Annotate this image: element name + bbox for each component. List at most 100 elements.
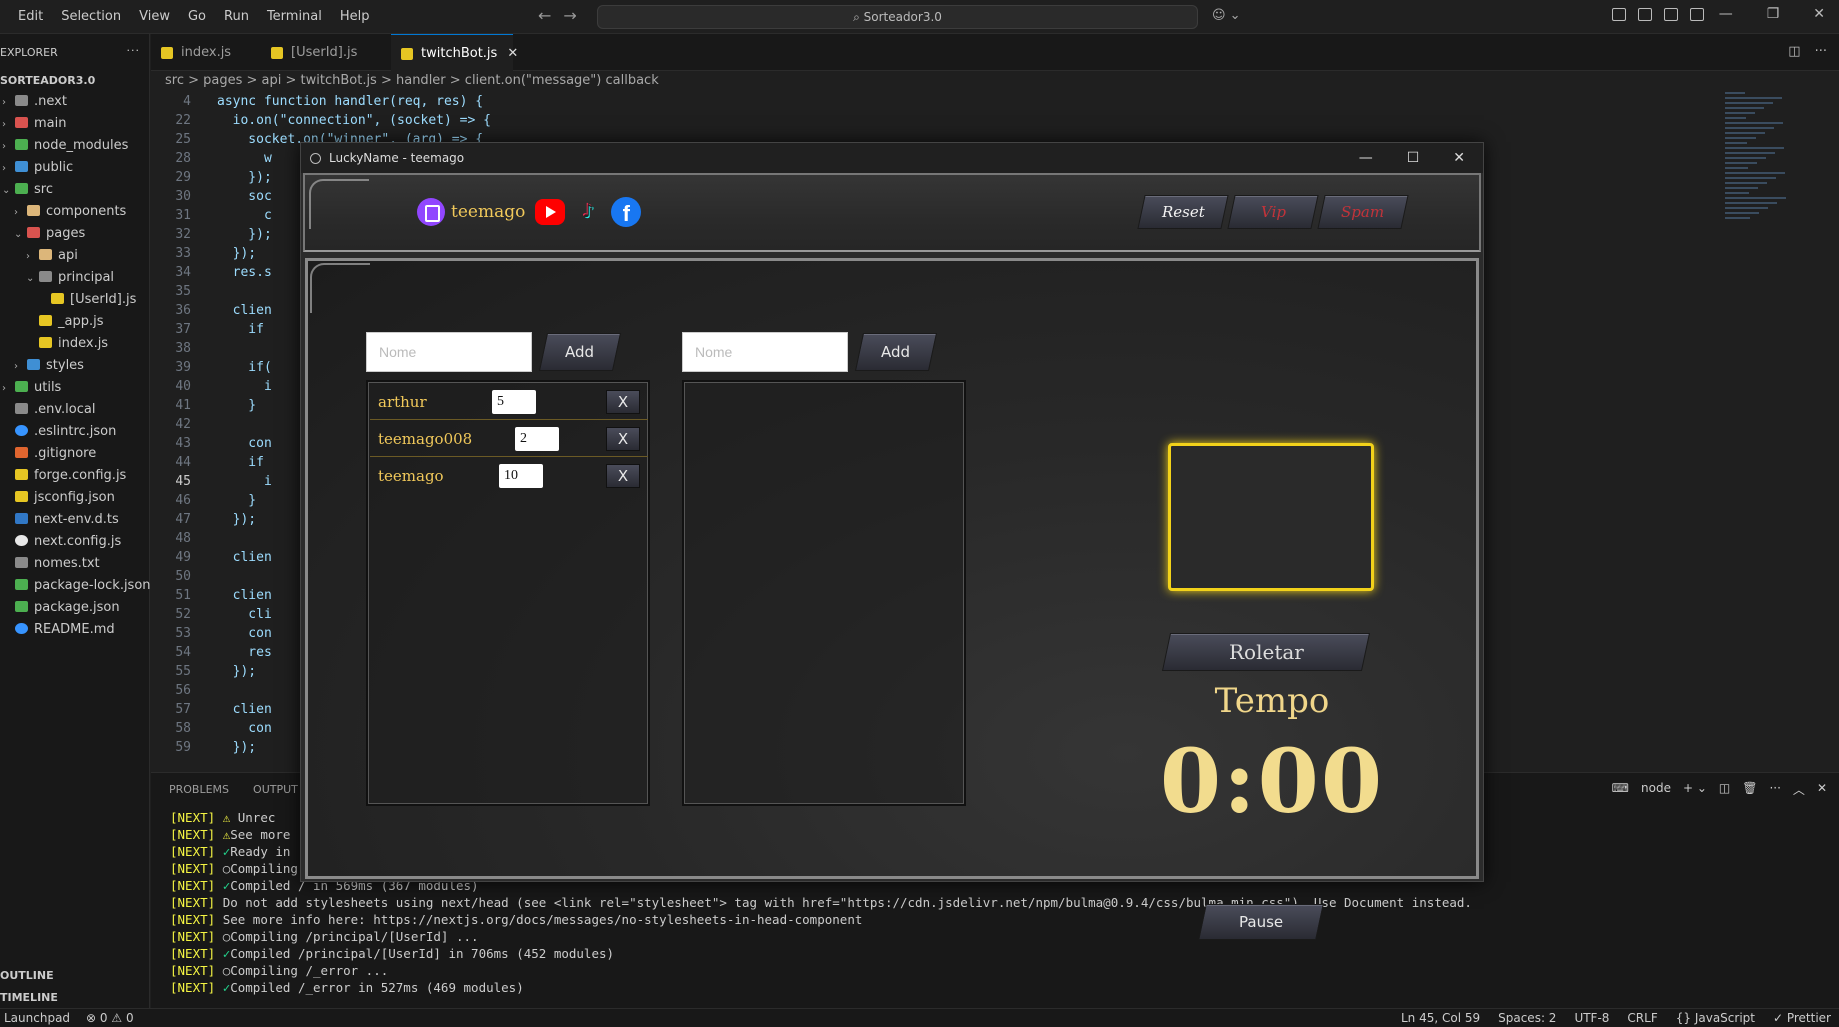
new-terminal-icon[interactable]: + ⌄ xyxy=(1683,781,1707,798)
status-problems[interactable]: ⊗ 0 ⚠ 0 xyxy=(86,1011,134,1025)
toggle-secondary-sidebar-icon[interactable] xyxy=(1690,8,1704,21)
timeline-section[interactable]: TIMELINE xyxy=(0,991,58,1004)
tree-item[interactable]: next.config.js xyxy=(0,531,150,553)
tree-item[interactable]: .env.local xyxy=(0,399,150,421)
tab-userid-js[interactable]: [UserId].js xyxy=(261,34,379,71)
tree-item[interactable]: next-env.d.ts xyxy=(0,509,150,531)
reset-button[interactable]: Reset xyxy=(1137,195,1229,229)
toggle-sidebar-icon[interactable] xyxy=(1638,8,1652,21)
tree-item[interactable]: [UserId].js xyxy=(0,289,150,311)
remove-button[interactable]: X xyxy=(606,464,640,488)
outline-section[interactable]: OUTLINE xyxy=(0,969,54,982)
maximize-icon[interactable]: ☐ xyxy=(1407,143,1420,173)
youtube-icon[interactable] xyxy=(535,199,566,225)
more-actions-icon[interactable]: ··· xyxy=(1769,781,1780,798)
tree-item[interactable]: package-lock.json xyxy=(0,575,151,597)
minimize-icon[interactable]: — xyxy=(1359,143,1373,173)
restore-icon[interactable]: ❐ xyxy=(1767,6,1780,22)
tree-item[interactable]: › api xyxy=(0,245,150,267)
left-add-button[interactable]: Add xyxy=(538,333,622,371)
tree-item[interactable]: › node_modules xyxy=(0,135,150,157)
tree-item[interactable]: › public xyxy=(0,157,150,179)
status-encoding[interactable]: UTF-8 xyxy=(1574,1011,1609,1025)
tree-item[interactable]: ⌄ src xyxy=(0,179,150,201)
status-position[interactable]: Ln 45, Col 59 xyxy=(1401,1011,1480,1025)
tree-item[interactable]: › styles xyxy=(0,355,150,377)
status-eol[interactable]: CRLF xyxy=(1627,1011,1657,1025)
tree-item[interactable]: › .next xyxy=(0,91,150,113)
forward-arrow-icon[interactable]: → xyxy=(563,6,576,25)
tab-index-js[interactable]: index.js xyxy=(151,34,261,71)
split-editor-icon[interactable]: ◫ xyxy=(1788,44,1800,59)
tree-item[interactable]: index.js xyxy=(0,333,150,355)
roll-button[interactable]: Roletar xyxy=(1161,633,1371,671)
more-actions-icon[interactable]: ··· xyxy=(127,44,141,57)
right-add-button[interactable]: Add xyxy=(854,333,938,371)
entry-count-input[interactable]: 10 xyxy=(499,464,543,488)
vip-button[interactable]: Vip xyxy=(1227,195,1319,229)
entry-count-input[interactable]: 2 xyxy=(515,427,559,451)
tree-item[interactable]: .gitignore xyxy=(0,443,150,465)
menu-selection[interactable]: Selection xyxy=(52,9,130,24)
maximize-panel-icon[interactable]: ︿ xyxy=(1793,781,1805,798)
more-actions-icon[interactable]: ··· xyxy=(1815,44,1827,59)
close-icon[interactable]: ✕ xyxy=(1453,143,1465,173)
menu-go[interactable]: Go xyxy=(179,9,215,24)
tab-problems[interactable]: PROBLEMS xyxy=(169,783,229,796)
minimize-icon[interactable]: — xyxy=(1719,6,1733,22)
tree-item[interactable]: ⌄ principal xyxy=(0,267,150,289)
minimap[interactable] xyxy=(1725,92,1791,252)
tree-item[interactable]: nomes.txt xyxy=(0,553,150,575)
tree-item[interactable]: jsconfig.json xyxy=(0,487,150,509)
menu-help[interactable]: Help xyxy=(331,9,379,24)
status-language[interactable]: {} JavaScript xyxy=(1676,1011,1755,1025)
status-prettier[interactable]: ✓ Prettier xyxy=(1773,1011,1831,1025)
tab-output[interactable]: OUTPUT xyxy=(253,783,298,796)
copilot-icon[interactable]: ☺ ⌄ xyxy=(1212,8,1241,23)
command-center-search[interactable]: ⌕ Sorteador3.0 xyxy=(597,5,1198,29)
entry-count-input[interactable]: 5 xyxy=(492,390,536,414)
tree-item[interactable]: › utils xyxy=(0,377,150,399)
tree-item[interactable]: _app.js xyxy=(0,311,150,333)
channel-name: teemago xyxy=(451,202,526,222)
remove-button[interactable]: X xyxy=(606,390,640,414)
tiktok-icon[interactable]: ♪ xyxy=(577,199,599,225)
toggle-panel-icon[interactable] xyxy=(1664,8,1678,21)
project-name[interactable]: SORTEADOR3.0 xyxy=(0,74,95,87)
terminal-name[interactable]: node xyxy=(1641,781,1671,798)
back-arrow-icon[interactable]: ← xyxy=(538,6,551,25)
pause-label: Pause xyxy=(1238,913,1284,931)
remove-button[interactable]: X xyxy=(606,427,640,451)
menu-view[interactable]: View xyxy=(130,9,179,24)
tree-item[interactable]: › components xyxy=(0,201,150,223)
tree-item[interactable]: package.json xyxy=(0,597,150,619)
tree-item[interactable]: forge.config.js xyxy=(0,465,150,487)
status-indent[interactable]: Spaces: 2 xyxy=(1498,1011,1556,1025)
trash-icon[interactable]: 🗑 xyxy=(1742,781,1757,798)
line-number: 39 xyxy=(175,360,191,375)
pause-button[interactable]: Pause xyxy=(1198,904,1324,940)
minimap-line xyxy=(1725,117,1746,119)
left-name-input[interactable]: Nome xyxy=(366,332,532,372)
terminal-text: Compiling /principal/[UserId] ... xyxy=(230,929,479,944)
tree-item[interactable]: ⌄ pages xyxy=(0,223,150,245)
tab-twitchbot-js[interactable]: twitchBot.js ✕ xyxy=(391,34,518,71)
split-terminal-icon[interactable]: ◫ xyxy=(1719,781,1730,798)
close-tab-icon[interactable]: ✕ xyxy=(507,46,518,61)
facebook-icon[interactable]: f xyxy=(611,197,642,227)
tree-item[interactable]: README.md xyxy=(0,619,150,641)
close-panel-icon[interactable]: ✕ xyxy=(1817,781,1827,798)
menu-edit[interactable]: Edit xyxy=(9,9,52,24)
breadcrumb[interactable]: src > pages > api > twitchBot.js > handl… xyxy=(165,73,659,88)
menu-run[interactable]: Run xyxy=(215,9,258,24)
twitch-icon[interactable] xyxy=(417,198,445,226)
status-launchpad[interactable]: Launchpad xyxy=(4,1011,70,1025)
code-line: con xyxy=(217,721,272,736)
menu-terminal[interactable]: Terminal xyxy=(258,9,331,24)
tree-item[interactable]: › main xyxy=(0,113,150,135)
spam-button[interactable]: Spam xyxy=(1317,195,1409,229)
right-name-input[interactable]: Nome xyxy=(682,332,848,372)
customize-layout-icon[interactable] xyxy=(1612,8,1626,21)
tree-item[interactable]: .eslintrc.json xyxy=(0,421,150,443)
close-icon[interactable]: ✕ xyxy=(1813,6,1825,22)
